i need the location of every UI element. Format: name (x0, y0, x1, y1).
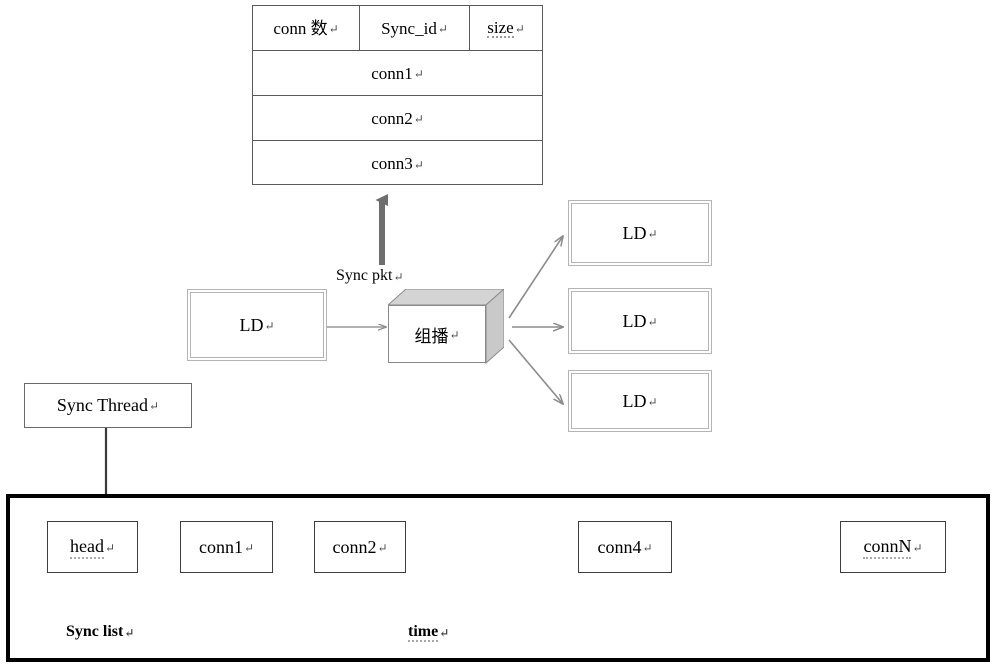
pilcrow-icon: ↵ (912, 540, 923, 555)
node-conn4-label: conn4 (597, 536, 642, 557)
row-conn1-label: conn1 (371, 63, 413, 83)
multicast-cube-face: 组播 ↵ (388, 305, 486, 363)
sync-list-caption: Sync list↵ (66, 624, 134, 640)
target-ld-label-1: LD (622, 222, 647, 243)
target-ld-label-3: LD (622, 390, 647, 411)
table-header-conn-count: conn 数 ↵ (253, 6, 360, 50)
sync-packet-table: conn 数 ↵ Sync_id ↵ size ↵ conn1 ↵ conn2 ↵ con… (252, 5, 543, 185)
pilcrow-icon: ↵ (243, 540, 255, 555)
pilcrow-icon: ↵ (647, 226, 658, 241)
table-cell-conn2: conn2 ↵ (253, 96, 542, 140)
node-conn2-label: conn2 (332, 536, 377, 557)
table-row: conn3 ↵ (253, 141, 542, 186)
sync-list-caption-text: Sync list (66, 623, 124, 640)
target-ld-inner-2: LD ↵ (571, 291, 709, 351)
pilcrow-icon: ↵ (647, 314, 658, 329)
table-cell-conn1: conn1 ↵ (253, 51, 542, 95)
time-axis-text: time (408, 623, 439, 642)
target-ld-box-2: LD ↵ (568, 288, 712, 354)
multicast-label: 组播 (414, 326, 449, 346)
node-conn1-label: conn1 (198, 536, 243, 557)
source-ld-inner: LD ↵ (190, 292, 324, 358)
pilcrow-icon: ↵ (328, 22, 339, 36)
row-conn3-label: conn3 (371, 154, 413, 173)
header-size-label: size (487, 17, 514, 38)
time-axis-label: time↵ (408, 623, 450, 642)
pilcrow-icon: ↵ (393, 270, 404, 284)
row-conn2-label: conn2 (371, 108, 413, 128)
pilcrow-icon: ↵ (124, 626, 135, 640)
pilcrow-icon: ↵ (413, 67, 424, 81)
sync-list-node-connN: connN ↵ (840, 521, 946, 573)
pilcrow-icon: ↵ (104, 540, 116, 555)
multicast-fanout-arrows (508, 236, 563, 404)
table-row: conn2 ↵ (253, 96, 542, 141)
pilcrow-icon: ↵ (439, 626, 450, 640)
source-ld-box: LD ↵ (187, 289, 327, 361)
target-ld-box-1: LD ↵ (568, 200, 712, 266)
pilcrow-icon: ↵ (514, 22, 525, 36)
pilcrow-icon: ↵ (642, 540, 653, 555)
sync-list-node-conn4: conn4 ↵ (578, 521, 672, 573)
sync-thread-label: Sync Thread (56, 395, 149, 415)
target-ld-inner-3: LD ↵ (571, 373, 709, 429)
sync-list-node-head: head ↵ (47, 521, 138, 573)
pilcrow-icon: ↵ (413, 112, 424, 126)
sync-pkt-label: Sync pkt↵ (336, 268, 404, 284)
sync-list-node-conn2: conn2 ↵ (314, 521, 406, 573)
pilcrow-icon: ↵ (437, 22, 448, 36)
pilcrow-icon: ↵ (647, 394, 658, 409)
sync-thread-box: Sync Thread ↵ (24, 383, 192, 428)
pilcrow-icon: ↵ (377, 540, 388, 555)
pilcrow-icon: ↵ (413, 157, 424, 172)
table-cell-conn3: conn3 ↵ (253, 141, 542, 186)
pilcrow-icon: ↵ (449, 327, 460, 342)
node-head-label: head (69, 536, 104, 559)
node-connN-label: connN (863, 536, 912, 559)
table-header-row: conn 数 ↵ Sync_id ↵ size ↵ (253, 6, 542, 51)
pilcrow-icon: ↵ (264, 318, 275, 333)
pilcrow-icon: ↵ (149, 399, 160, 413)
sync-pkt-text: Sync pkt (336, 267, 393, 284)
header-sync-id-label: Sync_id (381, 18, 437, 38)
source-ld-label: LD (239, 314, 264, 335)
sync-list-frame (6, 494, 990, 662)
target-ld-label-2: LD (622, 310, 647, 331)
table-header-size: size ↵ (470, 6, 542, 50)
header-conn-count-label: conn 数 (273, 18, 328, 38)
target-ld-box-3: LD ↵ (568, 370, 712, 432)
multicast-cube: 组播 ↵ (386, 287, 506, 365)
table-header-sync-id: Sync_id ↵ (360, 6, 470, 50)
target-ld-inner-1: LD ↵ (571, 203, 709, 263)
table-row: conn1 ↵ (253, 51, 542, 96)
sync-list-node-conn1: conn1 ↵ (180, 521, 273, 573)
